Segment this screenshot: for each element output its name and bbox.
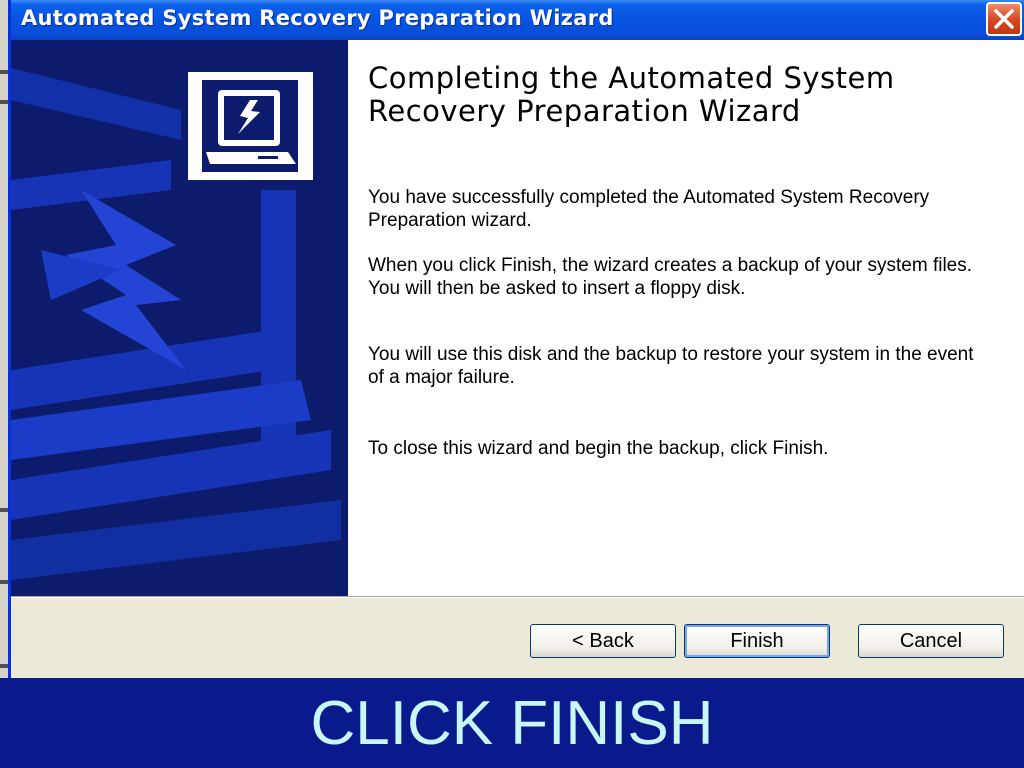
back-button[interactable]: < Back <box>530 624 676 658</box>
close-button[interactable] <box>986 2 1022 36</box>
desktop-fragment <box>0 580 8 584</box>
desktop-fragment <box>0 664 8 668</box>
window-title: Automated System Recovery Preparation Wi… <box>21 6 614 30</box>
cancel-button[interactable]: Cancel <box>858 624 1004 658</box>
divider-highlight <box>11 597 1024 598</box>
close-icon <box>994 9 1014 29</box>
paragraph-disk-info: You will use this disk and the backup to… <box>368 344 974 388</box>
page-title: Completing the Automated System Recovery… <box>368 61 895 128</box>
desktop-fragment <box>0 508 8 512</box>
desktop-fragment <box>0 70 8 74</box>
computer-lightning-icon <box>202 80 298 172</box>
caption-text: CLICK FINISH <box>310 688 714 758</box>
paragraph-close-instructions: To close this wizard and begin the backu… <box>368 438 829 459</box>
desktop-fragment <box>0 100 8 104</box>
wizard-content: Completing the Automated System Recovery… <box>348 40 1024 596</box>
paragraph-backup-info: When you click Finish, the wizard create… <box>368 255 973 299</box>
finish-button[interactable]: Finish <box>684 624 830 658</box>
wizard-banner <box>11 40 348 596</box>
title-bar[interactable]: Automated System Recovery Preparation Wi… <box>11 0 1024 40</box>
wizard-logo <box>188 72 313 180</box>
wizard-window: Automated System Recovery Preparation Wi… <box>8 0 1024 678</box>
caption-banner: CLICK FINISH <box>0 678 1024 768</box>
wizard-client-area: Completing the Automated System Recovery… <box>11 40 1024 678</box>
paragraph-success: You have successfully completed the Auto… <box>368 187 930 231</box>
